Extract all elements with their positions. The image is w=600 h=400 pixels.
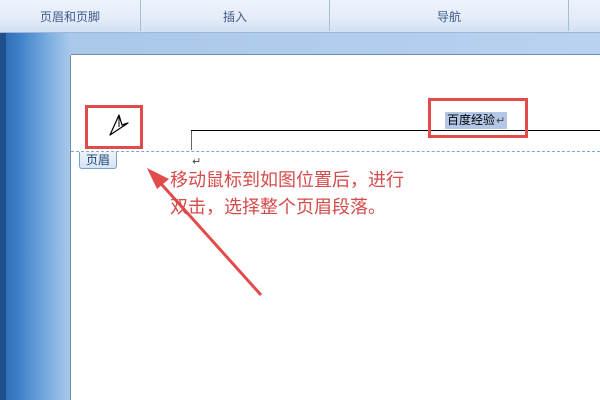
header-margin-mark [191,130,192,150]
mouse-pointer-icon [109,114,129,136]
header-boundary-line [71,151,600,152]
header-tag[interactable]: 页眉 [79,152,118,169]
annotation-line-2: 双击，选择整个页眉段落。 [170,197,386,218]
ribbon-group-label: 导航 [436,10,461,24]
header-underline [191,130,600,131]
ribbon-group-label: 页眉和页脚 [39,10,100,24]
ribbon-group-insert[interactable]: 插入 [141,0,330,31]
ribbon-group-header-footer[interactable]: 页眉和页脚 [0,0,141,31]
header-text-selected[interactable]: 百度经验↵ [445,112,508,129]
paragraph-mark: ↵ [496,114,506,127]
annotation-text: 移动鼠标到如图位置后，进行 双击，选择整个页眉段落。 [170,167,460,221]
ribbon-group-partial[interactable] [569,0,600,31]
ribbon-group-label: 插入 [222,10,247,24]
annotation-line-1: 移动鼠标到如图位置后，进行 [170,170,404,191]
header-text-value: 百度经验 [447,113,496,127]
ribbon-group-navigation[interactable]: 导航 [330,0,569,31]
window-left-edge [0,33,6,400]
ribbon-bar: 页眉和页脚 插入 导航 [0,0,600,33]
document-page[interactable]: 百度经验↵ 页眉 ↵ [71,55,600,400]
